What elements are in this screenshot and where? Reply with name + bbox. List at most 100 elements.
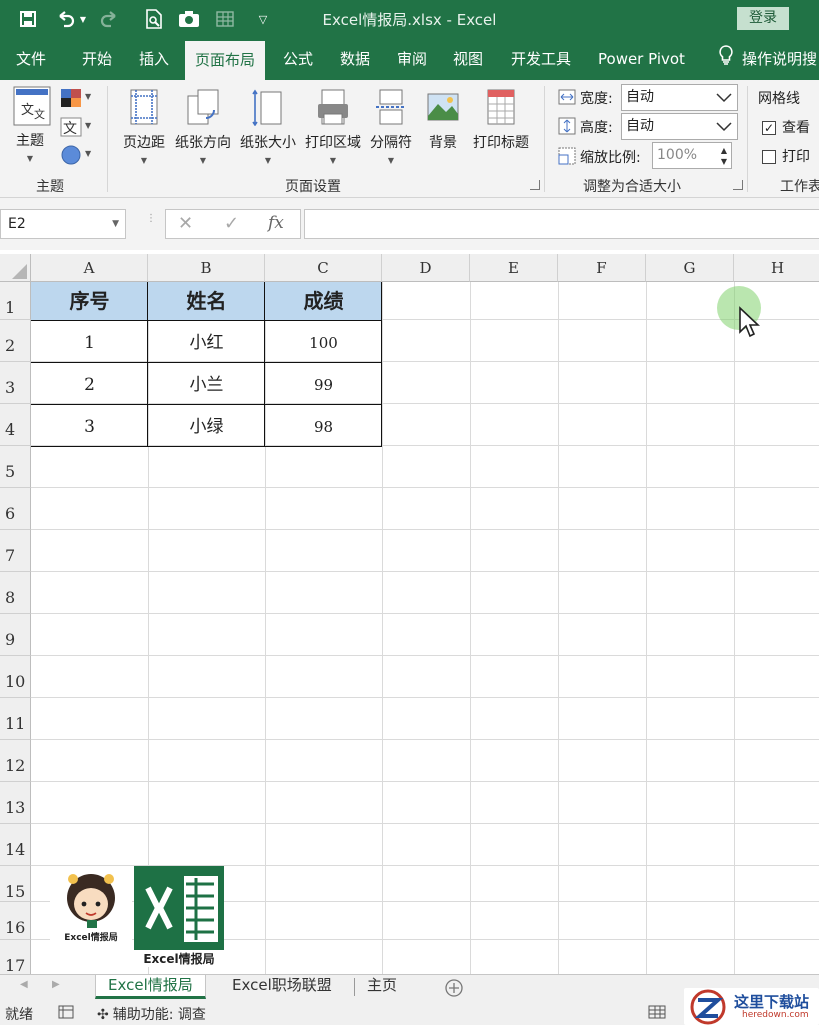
column-header-c[interactable]: C — [265, 254, 382, 282]
sheet-tab-excel-info[interactable]: Excel情报局 — [95, 975, 206, 999]
tab-page-layout[interactable]: 页面布局 — [185, 41, 266, 80]
breaks-icon — [374, 88, 408, 126]
theme-colors-icon — [60, 89, 82, 112]
tab-formulas[interactable]: 公式 — [273, 38, 323, 80]
next-sheet-icon[interactable]: ▶ — [52, 979, 60, 990]
prev-sheet-icon[interactable]: ◀ — [20, 979, 28, 990]
login-button[interactable]: 登录 — [737, 7, 789, 30]
row-header-2[interactable]: 2 — [0, 320, 31, 362]
table-cell[interactable]: 小绿 — [148, 408, 265, 446]
table-cell[interactable]: 98 — [265, 408, 382, 446]
scale-group-label: 调整为合适大小 — [583, 179, 681, 195]
scale-stepper[interactable]: 100% ▲ ▼ — [652, 142, 732, 169]
table-cell[interactable]: 100 — [265, 324, 382, 362]
tab-home[interactable]: 开始 — [72, 38, 122, 80]
row-header-4[interactable]: 4 — [0, 404, 31, 446]
tab-review[interactable]: 审阅 — [387, 38, 437, 80]
orientation-button[interactable]: 纸张方向 ▼ — [172, 88, 234, 165]
column-header-b[interactable]: B — [148, 254, 265, 282]
table-cell[interactable]: 小兰 — [148, 366, 265, 404]
breaks-button[interactable]: 分隔符 ▼ — [367, 88, 415, 165]
table-cell[interactable]: 99 — [265, 366, 382, 404]
row-header-11[interactable]: 11 — [0, 698, 31, 740]
name-box[interactable]: E2 ▼ — [0, 209, 126, 239]
table-cell[interactable]: 1 — [31, 324, 148, 362]
tab-insert[interactable]: 插入 — [129, 38, 179, 80]
formula-input[interactable] — [304, 209, 819, 239]
tab-power-pivot[interactable]: Power Pivot — [588, 38, 695, 80]
row-header-9[interactable]: 9 — [0, 614, 31, 656]
gridline — [382, 282, 383, 974]
print-titles-button[interactable]: 打印标题 — [470, 88, 532, 152]
gridlines-print-checkbox[interactable]: 打印 — [762, 146, 810, 166]
row-header-10[interactable]: 10 — [0, 656, 31, 698]
table-cell[interactable]: 小红 — [148, 324, 265, 362]
table-cell[interactable]: 2 — [31, 366, 148, 404]
theme-effects-button[interactable]: ▼ — [60, 145, 94, 167]
scale-launcher-icon[interactable] — [733, 180, 743, 190]
row-header-1[interactable]: 1 — [0, 282, 31, 320]
add-sheet-button[interactable] — [444, 978, 464, 998]
print-area-caret-icon: ▼ — [329, 156, 337, 165]
cancel-icon[interactable]: ✕ — [178, 213, 193, 234]
accessibility-checker[interactable]: ✣ 辅助功能: 调查 — [97, 1004, 206, 1024]
page-setup-launcher-icon[interactable] — [530, 180, 540, 190]
drag-handle-icon[interactable]: ⋮ — [146, 214, 156, 224]
column-header-f[interactable]: F — [558, 254, 646, 282]
table-cell[interactable]: 3 — [31, 408, 148, 446]
table-border — [381, 282, 382, 446]
row-header-15[interactable]: 15 — [0, 866, 31, 902]
tell-me-search[interactable]: 操作说明搜 — [712, 38, 819, 80]
table-border — [31, 362, 382, 363]
tab-data[interactable]: 数据 — [330, 38, 380, 80]
table-header-cell[interactable]: 序号 — [31, 282, 148, 320]
table-header-cell[interactable]: 成绩 — [265, 282, 382, 320]
table-border — [31, 446, 382, 447]
sheet-tab-workplace[interactable]: Excel职场联盟 — [220, 975, 344, 999]
enter-icon[interactable]: ✓ — [224, 213, 239, 234]
tab-developer[interactable]: 开发工具 — [501, 38, 581, 80]
insert-function-icon[interactable]: fx — [268, 213, 284, 233]
select-all-button[interactable] — [0, 254, 31, 282]
tab-file[interactable]: 文件 — [6, 38, 56, 80]
themes-button[interactable]: 文文 主题 ▼ — [10, 86, 51, 163]
tab-view[interactable]: 视图 — [443, 38, 493, 80]
accessibility-label: 辅助功能: 调查 — [112, 1007, 206, 1023]
margins-button[interactable]: 页边距 ▼ — [120, 88, 168, 165]
row-header-6[interactable]: 6 — [0, 488, 31, 530]
width-select[interactable]: 自动 — [621, 84, 738, 111]
size-button[interactable]: 纸张大小 ▼ — [237, 88, 299, 165]
macro-record-icon[interactable] — [58, 1005, 74, 1023]
row-header-7[interactable]: 7 — [0, 530, 31, 572]
column-header-e[interactable]: E — [470, 254, 558, 282]
ribbon-tab-bar: 文件 开始 插入 页面布局 公式 数据 审阅 视图 开发工具 Power Piv… — [0, 38, 819, 80]
row-header-5[interactable]: 5 — [0, 446, 31, 488]
gridlines-view-checkbox[interactable]: ✓ 查看 — [762, 117, 810, 137]
theme-colors-button[interactable]: ▼ — [60, 88, 94, 110]
column-header-a[interactable]: A — [31, 254, 148, 282]
theme-fonts-button[interactable]: 文 ▼ — [60, 117, 94, 139]
row-header-17[interactable]: 17 — [0, 940, 31, 974]
height-select[interactable]: 自动 — [621, 113, 738, 140]
row-header-16[interactable]: 16 — [0, 902, 31, 940]
gridline — [470, 282, 471, 974]
brand-logo: Excel情报局 Excel情报局 — [50, 866, 224, 970]
normal-view-icon[interactable] — [648, 1005, 666, 1023]
row-header-13[interactable]: 13 — [0, 782, 31, 824]
sheet-tab-home[interactable]: 主页 — [355, 975, 409, 999]
column-header-g[interactable]: G — [646, 254, 734, 282]
row-header-8[interactable]: 8 — [0, 572, 31, 614]
row-header-12[interactable]: 12 — [0, 740, 31, 782]
column-header-h[interactable]: H — [734, 254, 819, 282]
print-area-button[interactable]: 打印区域 ▼ — [302, 88, 364, 165]
themes-icon: 文文 — [13, 86, 51, 126]
row-header-3[interactable]: 3 — [0, 362, 31, 404]
row-header-14[interactable]: 14 — [0, 824, 31, 866]
gridline — [31, 823, 819, 824]
theme-fonts-icon: 文 — [60, 117, 82, 141]
breaks-label: 分隔符 — [370, 135, 412, 151]
table-header-cell[interactable]: 姓名 — [148, 282, 265, 320]
background-button[interactable]: 背景 — [422, 88, 464, 152]
column-header-d[interactable]: D — [382, 254, 470, 282]
margins-icon — [127, 88, 161, 126]
